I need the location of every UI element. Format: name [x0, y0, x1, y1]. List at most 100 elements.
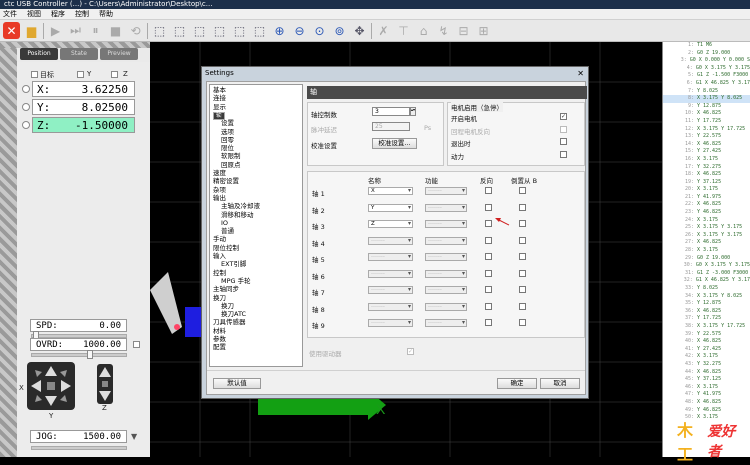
- axis-slave-checkbox[interactable]: [519, 187, 526, 194]
- axis-slave-checkbox[interactable]: [519, 286, 526, 293]
- gcode-line[interactable]: 19: Y 37.125: [663, 179, 750, 187]
- gcode-line[interactable]: 16: X 3.175: [663, 156, 750, 164]
- axis-name-select[interactable]: -------: [368, 269, 413, 278]
- bottom-checkbox[interactable]: ✓: [407, 348, 414, 355]
- gcode-line[interactable]: 4: G0 X 3.175 Y 3.175: [663, 65, 750, 73]
- gcode-line[interactable]: 5: G1 Z -1.500 F3000: [663, 72, 750, 80]
- axis-func-select[interactable]: -------: [425, 236, 467, 245]
- gcode-line[interactable]: 8: X 3.175 Y 8.025: [663, 95, 750, 103]
- reset-icon[interactable]: ⟲: [127, 22, 144, 39]
- gcode-line[interactable]: 43: Y 32.275: [663, 361, 750, 369]
- x-axis-display[interactable]: X: 3.62250: [32, 81, 135, 97]
- gcode-line[interactable]: 41: Y 27.425: [663, 346, 750, 354]
- gcode-line[interactable]: 29: G0 Z 19.000: [663, 255, 750, 263]
- menu-item-3[interactable]: 控制: [75, 9, 89, 19]
- tree-item[interactable]: 刀具传感器: [213, 319, 246, 326]
- tree-item[interactable]: 滑移和移动: [221, 211, 254, 219]
- axis-reverse-checkbox[interactable]: [485, 286, 492, 293]
- tab-position[interactable]: Position: [20, 48, 58, 60]
- axis-name-select[interactable]: X: [368, 187, 413, 195]
- gcode-line[interactable]: 34: X 3.175 Y 8.025: [663, 293, 750, 301]
- gcode-line[interactable]: 32: G1 X 46.825 Y 3.17: [663, 277, 750, 285]
- tree-item[interactable]: 显示: [213, 103, 226, 111]
- xy-jog-pad[interactable]: [27, 362, 75, 410]
- axis-slave-checkbox[interactable]: [519, 269, 526, 277]
- tree-item[interactable]: 杂项: [213, 186, 226, 194]
- axis-slave-checkbox[interactable]: [519, 302, 526, 310]
- axis-slave-checkbox[interactable]: [519, 253, 526, 260]
- axis-func-select[interactable]: -------: [425, 269, 467, 278]
- tree-item[interactable]: 速度: [213, 170, 226, 177]
- cube-side-view-icon[interactable]: ⬚: [191, 22, 208, 39]
- settings-tree[interactable]: 基本连接显示轴设置选项回零限位软限制回原点速度精密设置杂项输出主轴及冷却液滑移和…: [209, 84, 303, 367]
- tree-item[interactable]: 限位控制: [213, 244, 239, 252]
- tree-item[interactable]: MPG 手轮: [221, 277, 251, 285]
- gcode-line[interactable]: 25: X 3.175 Y 3.175: [663, 224, 750, 232]
- gcode-line[interactable]: 12: X 3.175 Y 17.725: [663, 126, 750, 134]
- gcode-line[interactable]: 40: X 46.825: [663, 338, 750, 346]
- probe-icon[interactable]: ✗: [375, 22, 392, 39]
- axis-func-select[interactable]: -------: [425, 302, 467, 311]
- gcode-line[interactable]: 42: X 3.175: [663, 353, 750, 361]
- axis-reverse-checkbox[interactable]: [485, 319, 492, 326]
- gcode-line[interactable]: 30: G0 X 3.175 Y 3.175: [663, 262, 750, 270]
- tree-item[interactable]: 参数: [213, 336, 226, 343]
- tree-item[interactable]: 设置: [221, 120, 234, 127]
- gcode-line[interactable]: 18: X 46.825: [663, 171, 750, 179]
- calib-button[interactable]: 校准设置...: [372, 138, 417, 149]
- cube-front-view-icon[interactable]: ⬚: [151, 22, 168, 39]
- gcode-line[interactable]: 37: Y 17.725: [663, 315, 750, 323]
- tree-item[interactable]: 选项: [221, 128, 234, 136]
- tree-item[interactable]: 基本: [213, 87, 226, 94]
- gcode-line[interactable]: 35: Y 12.875: [663, 300, 750, 308]
- cube-iso-view-icon[interactable]: ⬚: [211, 22, 228, 39]
- gcode-list[interactable]: 1: T1 M6 2: G0 Z 19.000 3: G0 X 0.000 Y 0.000…: [662, 42, 750, 457]
- menu-item-1[interactable]: 视图: [27, 9, 41, 19]
- coolant-icon[interactable]: ⊟: [455, 22, 472, 39]
- axis-func-select[interactable]: -------: [425, 203, 467, 212]
- cube-view-icon[interactable]: ⬚: [251, 22, 268, 39]
- x-axis-radio[interactable]: [22, 85, 30, 93]
- spindle-icon[interactable]: ↯: [435, 22, 452, 39]
- gcode-line[interactable]: 27: X 46.825: [663, 239, 750, 247]
- gcode-line[interactable]: 31: G1 Z -3.000 F3000: [663, 270, 750, 278]
- gcode-line[interactable]: 14: X 46.825: [663, 141, 750, 149]
- axis-reverse-checkbox[interactable]: [485, 236, 492, 244]
- y-checkbox[interactable]: [77, 71, 84, 78]
- gcode-line[interactable]: 23: Y 46.825: [663, 209, 750, 217]
- ok-button[interactable]: 确定: [497, 378, 537, 389]
- gcode-line[interactable]: 3: G0 X 0.000 Y 0.000 S: [663, 57, 750, 65]
- axis-slave-checkbox[interactable]: [519, 203, 526, 211]
- motor-option-checkbox[interactable]: [560, 125, 567, 133]
- zoom-window-icon[interactable]: ⊚: [331, 22, 348, 39]
- axis-slave-checkbox[interactable]: [519, 236, 526, 244]
- gcode-line[interactable]: 20: X 3.175: [663, 186, 750, 194]
- cancel-button[interactable]: 取消: [540, 378, 580, 389]
- tree-item[interactable]: 输出: [213, 194, 226, 202]
- cube-top-view-icon[interactable]: ⬚: [171, 22, 188, 39]
- tree-item[interactable]: 手动: [213, 236, 226, 243]
- tree-item[interactable]: EXT引脚: [221, 261, 246, 268]
- axis-name-select[interactable]: -------: [368, 286, 413, 294]
- pan-icon[interactable]: ✥: [351, 22, 368, 39]
- tool-icon[interactable]: ⊤: [395, 22, 412, 39]
- home-icon[interactable]: ⌂: [415, 22, 432, 39]
- backlash-input[interactable]: 25: [372, 122, 410, 131]
- gcode-line[interactable]: 6: G1 X 46.825 Y 3.17: [663, 80, 750, 88]
- axis-name-select[interactable]: -------: [368, 253, 413, 261]
- tree-item[interactable]: 精密设置: [213, 178, 239, 185]
- axis-name-select[interactable]: -------: [368, 236, 413, 245]
- menu-item-2[interactable]: 程序: [51, 9, 65, 19]
- gcode-line[interactable]: 21: Y 41.975: [663, 194, 750, 202]
- ovrd-checkbox[interactable]: [133, 341, 140, 348]
- gcode-line[interactable]: 22: X 46.825: [663, 201, 750, 209]
- gcode-line[interactable]: 44: X 46.825: [663, 369, 750, 377]
- play-icon[interactable]: ▶: [47, 22, 64, 39]
- gcode-line[interactable]: 28: X 3.175: [663, 247, 750, 255]
- tree-item[interactable]: 材料: [213, 327, 226, 335]
- axis-name-select[interactable]: Y: [368, 203, 413, 212]
- axis-reverse-checkbox[interactable]: [485, 203, 492, 211]
- tab-preview[interactable]: Preview: [100, 48, 138, 60]
- axis-name-select[interactable]: -------: [368, 319, 413, 327]
- default-button[interactable]: 默认值: [213, 378, 261, 389]
